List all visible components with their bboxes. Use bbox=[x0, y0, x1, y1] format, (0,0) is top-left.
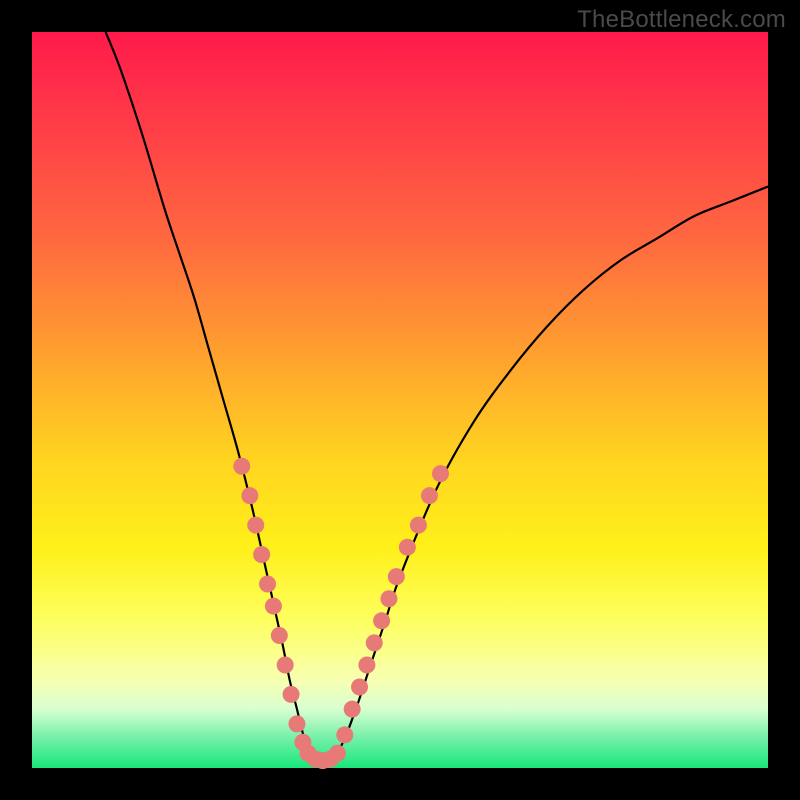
curve-marker bbox=[388, 568, 405, 585]
plot-area bbox=[32, 32, 768, 768]
curve-marker bbox=[277, 656, 294, 673]
curve-marker bbox=[271, 627, 288, 644]
curve-marker bbox=[259, 576, 276, 593]
curve-svg bbox=[32, 32, 768, 768]
curve-marker bbox=[410, 517, 427, 534]
watermark-text: TheBottleneck.com bbox=[577, 6, 786, 34]
curve-marker bbox=[344, 701, 361, 718]
curve-marker bbox=[329, 745, 346, 762]
curve-marker bbox=[288, 715, 305, 732]
curve-marker bbox=[366, 634, 383, 651]
curve-marker bbox=[373, 612, 390, 629]
curve-marker bbox=[380, 590, 397, 607]
curve-marker bbox=[351, 679, 368, 696]
curve-marker bbox=[247, 517, 264, 534]
curve-marker bbox=[336, 726, 353, 743]
curve-marker bbox=[358, 656, 375, 673]
curve-marker bbox=[241, 487, 258, 504]
curve-marker bbox=[253, 546, 270, 563]
curve-marker bbox=[283, 686, 300, 703]
curve-markers bbox=[233, 458, 449, 769]
chart-frame: TheBottleneck.com bbox=[0, 0, 800, 800]
curve-marker bbox=[399, 539, 416, 556]
curve-marker bbox=[265, 598, 282, 615]
curve-marker bbox=[432, 465, 449, 482]
bottleneck-curve bbox=[106, 32, 768, 762]
curve-marker bbox=[233, 458, 250, 475]
curve-marker bbox=[421, 487, 438, 504]
